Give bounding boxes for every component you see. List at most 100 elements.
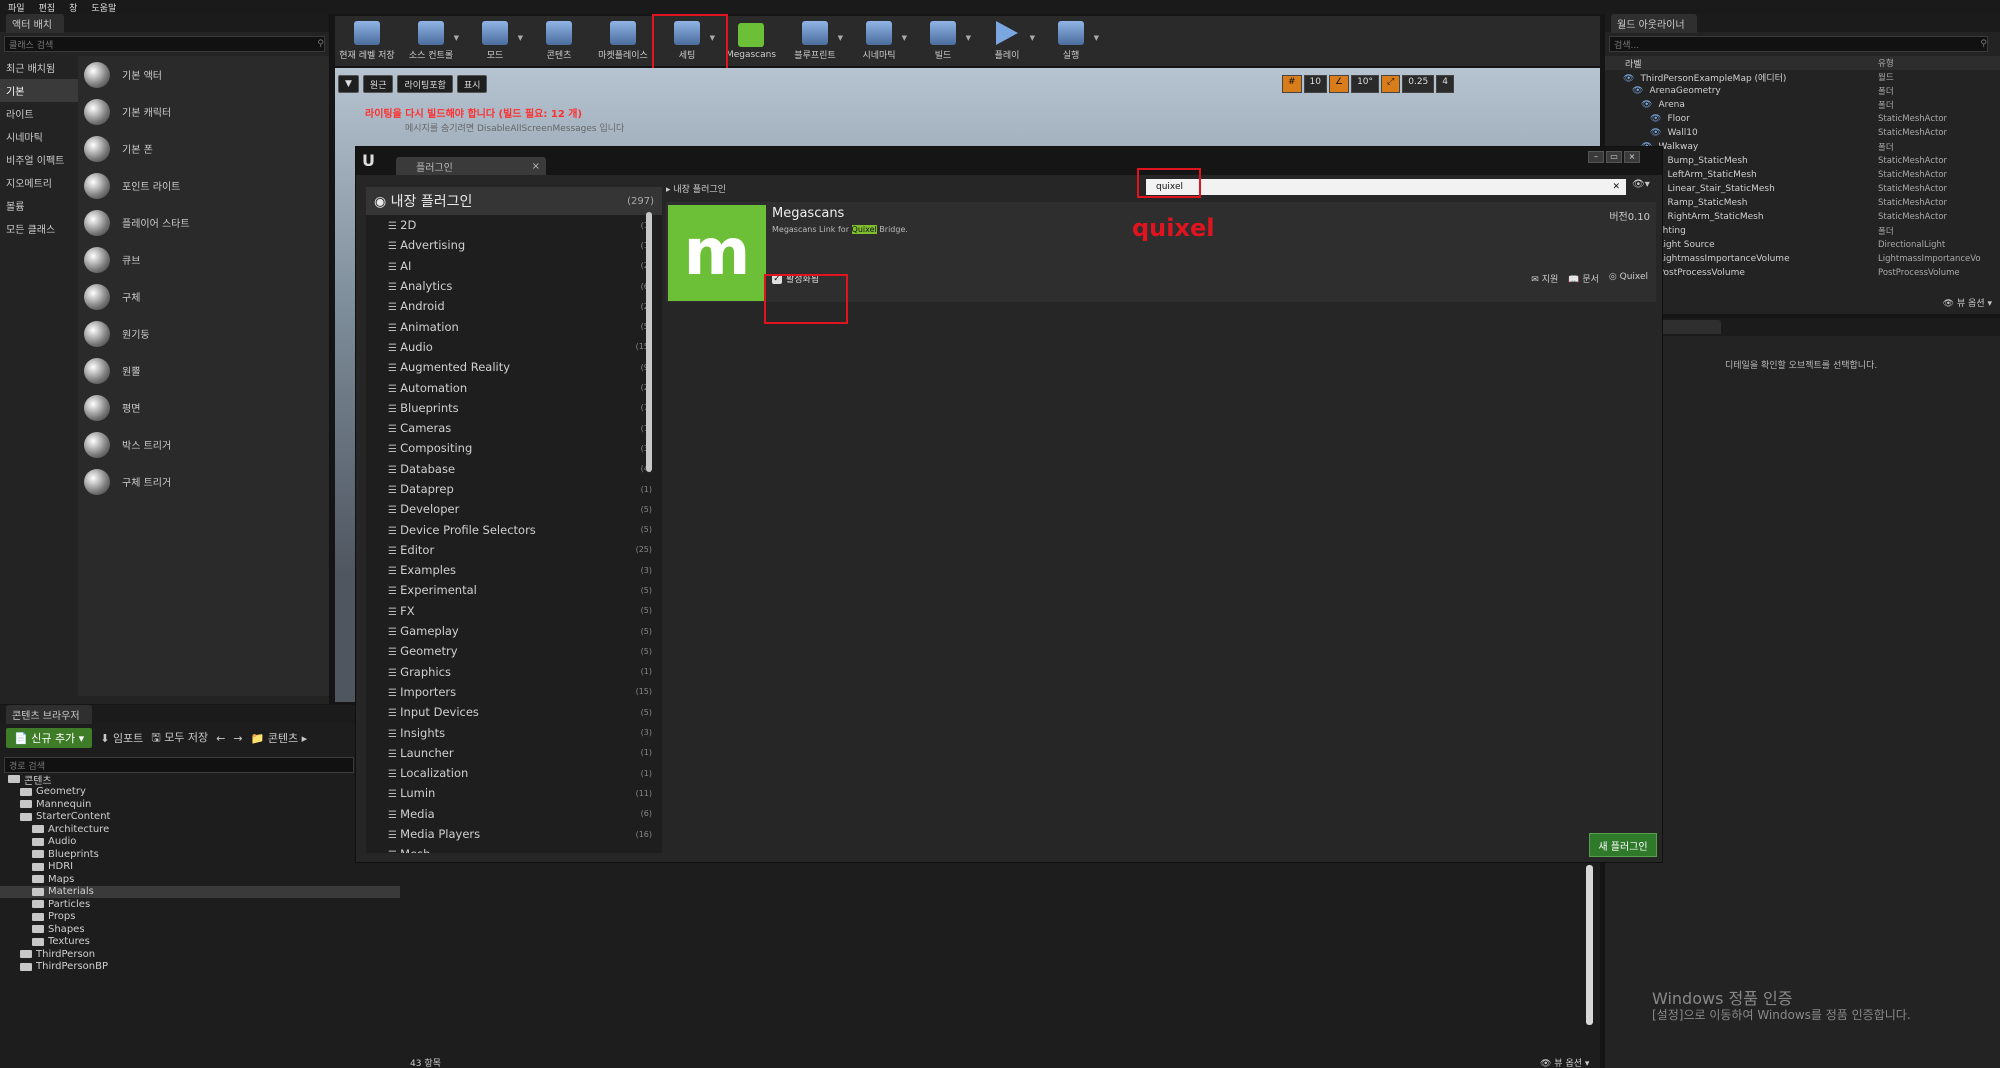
- eye-icon[interactable]: 👁: [1650, 114, 1661, 124]
- eye-icon[interactable]: 👁: [1641, 100, 1652, 110]
- plugin-category-item[interactable]: Blueprints(7): [366, 398, 662, 418]
- cat-lights[interactable]: 라이트: [0, 102, 78, 125]
- grid-snap-icon[interactable]: #: [1282, 75, 1302, 93]
- source-control-button[interactable]: 소스 컨트롤 ▼: [399, 16, 463, 66]
- outliner-row[interactable]: 👁RightArm_StaticMeshStaticMeshActor: [1605, 210, 2000, 224]
- path-search-input[interactable]: 경로 검색: [4, 757, 354, 773]
- save-all-button[interactable]: 🖫 모두 저장: [151, 729, 208, 748]
- folder-tree-item[interactable]: StarterContent: [0, 811, 400, 824]
- plugin-category-item[interactable]: Dataprep (1): [366, 479, 662, 499]
- actor-item[interactable]: 원뿔: [84, 352, 329, 389]
- actor-item[interactable]: 구체 트리거: [84, 463, 329, 500]
- outliner-row[interactable]: 👁 Arena 폴더: [1605, 98, 2000, 112]
- modes-button[interactable]: 모드 ▼: [463, 16, 527, 66]
- eye-icon[interactable]: 👁: [1623, 74, 1634, 84]
- content-scrollbar[interactable]: [1586, 865, 1593, 1025]
- menu-window[interactable]: 창: [69, 1, 77, 14]
- new-plugin-button[interactable]: 새 플러그인: [1589, 833, 1657, 857]
- folder-tree-item[interactable]: 콘텐츠: [0, 773, 400, 787]
- menu-edit[interactable]: 편집: [39, 1, 56, 14]
- folder-tree-item[interactable]: ThirdPersonBP: [0, 961, 400, 974]
- plugin-category-item[interactable]: AI(2): [366, 256, 662, 276]
- plugin-category-item[interactable]: Augmented Reality(9): [366, 357, 662, 377]
- rotation-snap-icon[interactable]: ∠: [1329, 75, 1350, 93]
- megascans-button[interactable]: Megascans: [719, 16, 783, 66]
- folder-tree-item[interactable]: Architecture: [0, 823, 400, 836]
- plugin-category-item[interactable]: Android(2): [366, 296, 662, 316]
- plugin-category-item[interactable]: Media Players (16): [366, 824, 662, 844]
- close-window-button[interactable]: ×: [1624, 151, 1640, 163]
- cat-volumes[interactable]: 볼륨: [0, 194, 78, 217]
- outliner-row[interactable]: 👁Lighting폴더: [1605, 224, 2000, 238]
- actor-item[interactable]: 박스 트리거: [84, 426, 329, 463]
- plugin-category-item[interactable]: Mesh: [366, 844, 662, 853]
- folder-tree-item[interactable]: Materials: [0, 885, 400, 898]
- cat-basic[interactable]: 기본: [0, 79, 78, 102]
- outliner-row[interactable]: 👁LeftArm_StaticMeshStaticMeshActor: [1605, 168, 2000, 182]
- actor-item[interactable]: 기본 액터: [84, 56, 329, 93]
- camera-speed-value[interactable]: 4: [1436, 75, 1455, 93]
- col-label-header[interactable]: 라벨: [1625, 57, 1642, 70]
- lit-button[interactable]: 라이팅포함: [397, 75, 453, 93]
- vendor-link[interactable]: ◎ Quixel: [1609, 272, 1648, 285]
- support-link[interactable]: ✉ 지원: [1531, 272, 1558, 285]
- plugin-category-item[interactable]: Cameras(1): [366, 418, 662, 438]
- plugin-category-item[interactable]: Advertising(1): [366, 235, 662, 255]
- plugin-view-options-icon[interactable]: 👁▾: [1632, 179, 1650, 190]
- plugin-category-item[interactable]: Input Devices (5): [366, 702, 662, 722]
- cinematics-button[interactable]: 시네마틱 ▼: [847, 16, 911, 66]
- plugin-category-item[interactable]: Examples (3): [366, 560, 662, 580]
- perspective-button[interactable]: 원근: [362, 75, 394, 93]
- grid-snap-value[interactable]: 10: [1303, 75, 1327, 93]
- blueprints-button[interactable]: 블루프린트 ▼: [783, 16, 847, 66]
- outliner-view-options[interactable]: 👁 뷰 옵션 ▾: [1943, 296, 1992, 309]
- col-type-header[interactable]: 유형: [1878, 57, 1990, 69]
- cat-visual-effects[interactable]: 비주얼 이펙트: [0, 148, 78, 171]
- actor-item[interactable]: 기본 폰: [84, 130, 329, 167]
- folder-tree-item[interactable]: Particles: [0, 898, 400, 911]
- outliner-row[interactable]: 👁 ArenaGeometry 폴더: [1605, 84, 2000, 98]
- launch-button[interactable]: 실행 ▼: [1039, 16, 1103, 66]
- folder-tree-item[interactable]: ThirdPerson: [0, 948, 400, 961]
- folder-tree-item[interactable]: Mannequin: [0, 798, 400, 811]
- plugin-category-item[interactable]: Localization (1): [366, 763, 662, 783]
- build-button[interactable]: 빌드 ▼: [911, 16, 975, 66]
- show-button[interactable]: 표시: [456, 75, 488, 93]
- clear-search-icon[interactable]: ✕: [1612, 182, 1620, 192]
- eye-icon[interactable]: 👁: [1632, 86, 1643, 96]
- menu-help[interactable]: 도움말: [91, 1, 116, 14]
- content-button[interactable]: 콘텐츠: [527, 16, 591, 66]
- actor-item[interactable]: 큐브: [84, 241, 329, 278]
- outliner-row[interactable]: 👁Light SourceDirectionalLight: [1605, 238, 2000, 252]
- outliner-row[interactable]: 👁Walkway폴더: [1605, 140, 2000, 154]
- outliner-row[interactable]: 👁 Floor StaticMeshActor: [1605, 112, 2000, 126]
- folder-tree-item[interactable]: Geometry: [0, 786, 400, 799]
- import-button[interactable]: ⬇ 임포트: [100, 730, 143, 746]
- world-outliner-tab[interactable]: 월드 아웃라이너: [1611, 13, 1697, 33]
- plugin-category-item[interactable]: 2D(1): [366, 215, 662, 235]
- outliner-row[interactable]: 👁 Wall10 StaticMeshActor: [1605, 126, 2000, 140]
- plugin-category-item[interactable]: Importers (15): [366, 682, 662, 702]
- marketplace-button[interactable]: 마켓플레이스: [591, 16, 655, 66]
- plugin-category-item[interactable]: Database(4): [366, 459, 662, 479]
- content-view-options[interactable]: 👁 뷰 옵션 ▾: [1540, 1056, 1589, 1068]
- plugin-category-item[interactable]: Insights (3): [366, 722, 662, 742]
- plugin-category-item[interactable]: Device Profile Selectors (5): [366, 519, 662, 539]
- folder-tree-item[interactable]: Blueprints: [0, 848, 400, 861]
- history-forward-icon[interactable]: →: [233, 732, 242, 745]
- plugin-search-input[interactable]: quixel ✕: [1146, 179, 1626, 195]
- outliner-row[interactable]: 👁Ramp_StaticMeshStaticMeshActor: [1605, 196, 2000, 210]
- class-search-input[interactable]: 클래스 검색 ⚲: [4, 36, 325, 52]
- folder-tree-item[interactable]: Textures: [0, 936, 400, 949]
- play-button[interactable]: 플레이 ▼: [975, 16, 1039, 66]
- plugins-title-bar[interactable]: [356, 147, 1662, 175]
- plugin-category-item[interactable]: Graphics (1): [366, 662, 662, 682]
- folder-tree-item[interactable]: Shapes: [0, 923, 400, 936]
- outliner-search-input[interactable]: 검색... ⚲: [1609, 36, 1988, 52]
- builtin-plugins-header[interactable]: ◉ 내장 플러그인 (297): [366, 187, 662, 215]
- add-new-button[interactable]: 📄 신규 추가 ▾: [6, 728, 93, 748]
- plugin-category-item[interactable]: Automation(2): [366, 377, 662, 397]
- folder-tree-item[interactable]: HDRI: [0, 861, 400, 874]
- scale-snap-icon[interactable]: ⤢: [1381, 75, 1401, 93]
- cat-cinematic[interactable]: 시네마틱: [0, 125, 78, 148]
